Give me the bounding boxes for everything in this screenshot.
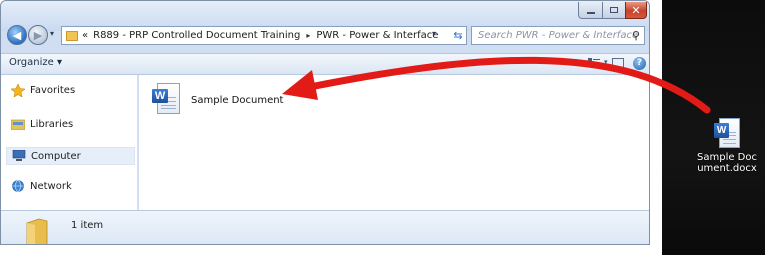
address-bar[interactable]: « R889 - PRP Controlled Document Trainin…: [61, 26, 467, 45]
change-view-icon[interactable]: [588, 57, 600, 69]
view-dropdown-icon[interactable]: ▾: [604, 58, 608, 66]
network-icon: [11, 180, 25, 192]
close-icon: ✕: [631, 3, 641, 17]
breadcrumb-segment[interactable]: PWR - Power & Interface: [316, 30, 438, 41]
computer-icon: [12, 149, 26, 162]
word-document-icon: W: [714, 118, 740, 148]
back-arrow-icon: ◀: [12, 28, 22, 42]
sidebar-item-label: Libraries: [30, 118, 74, 130]
explorer-window: ✕ ◀ ▶ ▾ « R889 - PRP Controlled Document…: [0, 0, 650, 245]
word-logo-icon: W: [714, 123, 730, 138]
navigation-bar: ◀ ▶ ▾ « R889 - PRP Controlled Document T…: [1, 23, 649, 49]
search-placeholder: Search PWR - Power & Interface: [478, 30, 639, 41]
command-bar: Organize ▾ ▾ ?: [1, 53, 649, 75]
item-count: 1 item: [71, 220, 104, 231]
back-button[interactable]: ◀: [7, 25, 27, 45]
word-document-icon[interactable]: W: [152, 83, 180, 114]
star-icon: [10, 83, 26, 98]
folder-icon: [25, 217, 49, 244]
breadcrumb-separator-icon[interactable]: ▸: [306, 31, 310, 40]
libraries-icon: [10, 118, 26, 131]
desktop-file[interactable]: W Sample Document.docx: [694, 118, 760, 174]
desktop-file-label: Sample Document.docx: [697, 152, 757, 174]
search-icon[interactable]: ⚲: [632, 29, 640, 42]
address-history-dropdown[interactable]: ▾: [432, 29, 436, 38]
forward-button[interactable]: ▶: [28, 25, 48, 45]
folder-icon: [66, 30, 78, 41]
refresh-icon[interactable]: ⇆: [449, 27, 467, 44]
recent-pages-dropdown[interactable]: ▾: [50, 29, 54, 38]
sidebar-item-libraries[interactable]: Libraries: [10, 115, 74, 133]
minimize-icon: [586, 12, 595, 14]
maximize-button[interactable]: [602, 2, 626, 19]
sidebar-item-computer[interactable]: Computer: [6, 147, 135, 165]
sidebar-item-label: Computer: [31, 150, 81, 162]
help-icon[interactable]: ?: [633, 57, 646, 70]
organize-menu-button[interactable]: Organize ▾: [9, 57, 62, 68]
sidebar-item-network[interactable]: Network: [11, 177, 72, 195]
breadcrumb-overflow[interactable]: «: [82, 30, 88, 41]
navigation-pane: Favorites Libraries Computer Network: [1, 75, 138, 210]
breadcrumb-segment[interactable]: R889 - PRP Controlled Document Training: [93, 30, 300, 41]
close-button[interactable]: ✕: [625, 2, 647, 19]
preview-pane-icon[interactable]: [612, 58, 624, 70]
maximize-icon: [610, 7, 618, 13]
sidebar-item-favorites[interactable]: Favorites: [10, 81, 76, 99]
word-logo-icon: W: [152, 88, 169, 104]
file-name-label[interactable]: Sample Document: [191, 95, 283, 106]
minimize-button[interactable]: [578, 2, 603, 19]
sidebar-item-label: Network: [30, 180, 72, 192]
sidebar-item-label: Favorites: [30, 84, 76, 96]
forward-arrow-icon: ▶: [33, 28, 43, 42]
search-input[interactable]: Search PWR - Power & Interface ⚲: [471, 26, 645, 45]
